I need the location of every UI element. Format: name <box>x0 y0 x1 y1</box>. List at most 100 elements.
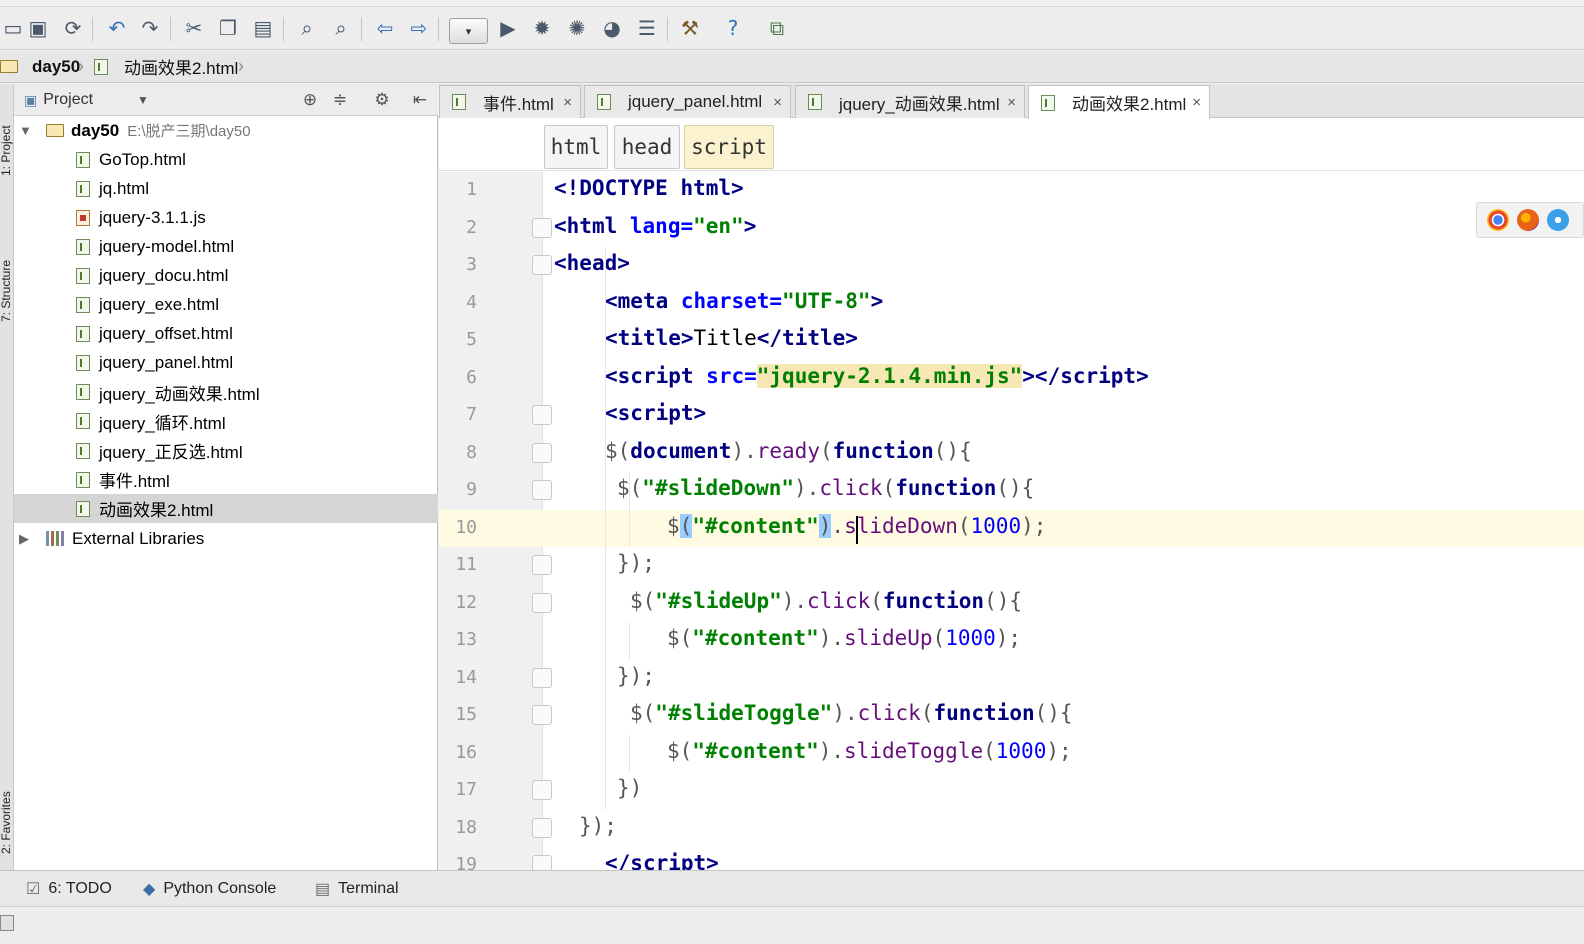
settings-icon[interactable]: ⚒ <box>677 15 703 41</box>
sync-icon[interactable]: ⟳ <box>60 15 86 41</box>
fold-marker-icon[interactable] <box>532 405 552 425</box>
close-icon[interactable]: × <box>773 94 782 111</box>
code-line[interactable]: 11}); <box>439 547 1584 585</box>
tree-file-item[interactable]: jquery_正反选.html <box>14 436 438 465</box>
fold-marker-icon[interactable] <box>532 780 552 800</box>
code-line[interactable]: 5 <title>Title</title> <box>439 322 1584 360</box>
code-line[interactable]: 2 <html lang="en"> <box>439 210 1584 248</box>
close-icon[interactable]: × <box>1007 94 1016 111</box>
fold-marker-icon[interactable] <box>532 555 552 575</box>
tree-file-item[interactable]: jquery-3.1.1.js <box>14 203 438 232</box>
hide-panel-icon[interactable]: ⇤ <box>408 88 432 112</box>
tree-file-item[interactable]: jquery_循环.html <box>14 407 438 436</box>
close-icon[interactable]: × <box>1192 94 1201 111</box>
stripe-structure-tab[interactable]: 7: Structure <box>0 212 13 322</box>
code-line[interactable]: 15 $("#slideToggle").click(function(){ <box>439 697 1584 735</box>
coverage-icon[interactable]: ✺ <box>564 15 590 41</box>
editor-tab[interactable]: 动画效果2.html × <box>1028 85 1210 119</box>
code-line[interactable]: 1 <!DOCTYPE html> <box>439 172 1584 210</box>
open-folder-icon[interactable]: ▭ <box>0 15 26 41</box>
build-icon[interactable]: ☰ <box>634 15 660 41</box>
chrome-icon[interactable] <box>1487 209 1509 231</box>
fold-marker-icon[interactable] <box>532 480 552 500</box>
redo-icon[interactable]: ↷ <box>137 15 163 41</box>
code-line[interactable]: 18}); <box>439 810 1584 848</box>
tree-file-item[interactable]: 动画效果2.html <box>14 494 438 524</box>
run-config-dropdown[interactable]: ▾ <box>449 18 488 44</box>
code-line[interactable]: 16 $("#content").slideToggle(1000); <box>439 735 1584 773</box>
breadcrumb-html[interactable]: html <box>544 125 608 169</box>
vcs-icon[interactable]: ⧉ <box>764 15 790 41</box>
undo-icon[interactable]: ↶ <box>104 15 130 41</box>
safari-icon[interactable] <box>1547 209 1569 231</box>
stripe-favorites-tab[interactable]: 2: Favorites <box>0 744 13 854</box>
firefox-icon[interactable] <box>1517 209 1539 231</box>
fold-marker-icon[interactable] <box>532 667 552 688</box>
tool-window-todo[interactable]: ☑ 6: TODO <box>26 871 112 907</box>
fold-marker-icon[interactable] <box>532 705 552 725</box>
code-token: < <box>554 213 567 238</box>
expand-arrow-icon[interactable]: ▼ <box>19 123 32 138</box>
tree-file-item[interactable]: GoTop.html <box>14 145 438 174</box>
find-icon[interactable]: ⌕ <box>294 15 320 41</box>
code-line[interactable]: 6 <script src="jquery-2.1.4.min.js"></scr… <box>439 360 1584 398</box>
tree-file-item[interactable]: jq.html <box>14 174 438 203</box>
tree-file-item[interactable]: jquery_panel.html <box>14 349 438 378</box>
nav-crumb-project[interactable]: day50 <box>0 51 80 82</box>
tree-file-item[interactable]: jquery_exe.html <box>14 291 438 320</box>
tree-file-item[interactable]: jquery_offset.html <box>14 320 438 349</box>
collapse-all-icon[interactable]: ≑ <box>328 88 352 112</box>
fold-marker-icon[interactable] <box>532 855 552 870</box>
code-area[interactable]: 1 <!DOCTYPE html> 2 <html lang="en"> 3 <head>… <box>439 172 1584 870</box>
code-line[interactable]: 13 $("#content").slideUp(1000); <box>439 622 1584 660</box>
tree-file-item[interactable]: jquery_动画效果.html <box>14 378 438 407</box>
code-line[interactable]: 8 $(document).ready(function(){ <box>439 435 1584 473</box>
tree-file-item[interactable]: jquery-model.html <box>14 232 438 261</box>
project-view-selector[interactable]: ▣ Project ▼ <box>24 89 149 111</box>
tool-window-python-console[interactable]: ◆ Python Console <box>143 871 276 907</box>
debug-icon[interactable]: ✹ <box>529 15 555 41</box>
cut-icon[interactable]: ✂ <box>181 15 207 41</box>
code-line[interactable]: 7 <script> <box>439 397 1584 435</box>
code-line[interactable]: 3 <head> <box>439 247 1584 285</box>
editor-tab[interactable]: jquery_panel.html × <box>584 85 791 118</box>
fold-marker-icon[interactable] <box>532 817 552 838</box>
forward-icon[interactable]: ⇨ <box>406 15 432 41</box>
breadcrumb-head[interactable]: head <box>614 125 680 169</box>
expand-arrow-icon[interactable]: ▶ <box>19 531 29 547</box>
code-line[interactable]: 4 <meta charset="UTF-8"> <box>439 285 1584 323</box>
nav-crumb-file[interactable]: 动画效果2.html <box>94 51 238 82</box>
save-icon[interactable]: ▣ <box>25 15 51 41</box>
code-line[interactable]: 14}); <box>439 660 1584 698</box>
code-line[interactable]: 19 </script> <box>439 847 1584 870</box>
copy-icon[interactable]: ❐ <box>215 15 241 41</box>
run-icon[interactable]: ▶ <box>495 15 521 41</box>
code-line[interactable]: 12 $("#slideUp").click(function(){ <box>439 585 1584 623</box>
code-line[interactable]: 9$("#slideDown").click(function(){ <box>439 472 1584 510</box>
stripe-project-tab[interactable]: 1: Project <box>0 90 13 176</box>
breadcrumb-script[interactable]: script <box>684 125 774 169</box>
fold-marker-icon[interactable] <box>532 442 552 463</box>
fold-marker-icon[interactable] <box>532 592 552 613</box>
tool-window-terminal[interactable]: ▤ Terminal <box>315 871 399 907</box>
code-line[interactable]: 10 $("#content").slideDown(1000); <box>439 509 1584 547</box>
back-icon[interactable]: ⇦ <box>372 15 398 41</box>
profile-icon[interactable]: ◕ <box>599 15 625 41</box>
gear-icon[interactable]: ⚙ <box>370 88 394 112</box>
help-icon[interactable]: ? <box>720 15 746 41</box>
tree-file-item[interactable]: jquery_docu.html <box>14 261 438 290</box>
scroll-from-source-icon[interactable]: ⊕ <box>298 88 322 112</box>
editor-tab[interactable]: jquery_动画效果.html × <box>795 85 1025 118</box>
tree-root-day50[interactable]: ▼ day50 E:\脱产三期\day50 <box>14 116 438 145</box>
editor-tab[interactable]: 事件.html × <box>439 85 581 118</box>
tree-external-libraries[interactable]: ▶ External Libraries <box>14 524 438 553</box>
tree-file-label: 事件.html <box>99 472 170 492</box>
tree-file-item[interactable]: 事件.html <box>14 465 438 494</box>
code-line[interactable]: 17}) <box>439 772 1584 810</box>
fold-marker-icon[interactable] <box>532 255 552 275</box>
paste-icon[interactable]: ▤ <box>250 15 276 41</box>
replace-icon[interactable]: ⌕ <box>328 15 354 41</box>
tool-windows-toggle-icon[interactable] <box>0 915 14 931</box>
close-icon[interactable]: × <box>563 94 572 111</box>
fold-marker-icon[interactable] <box>532 217 552 238</box>
